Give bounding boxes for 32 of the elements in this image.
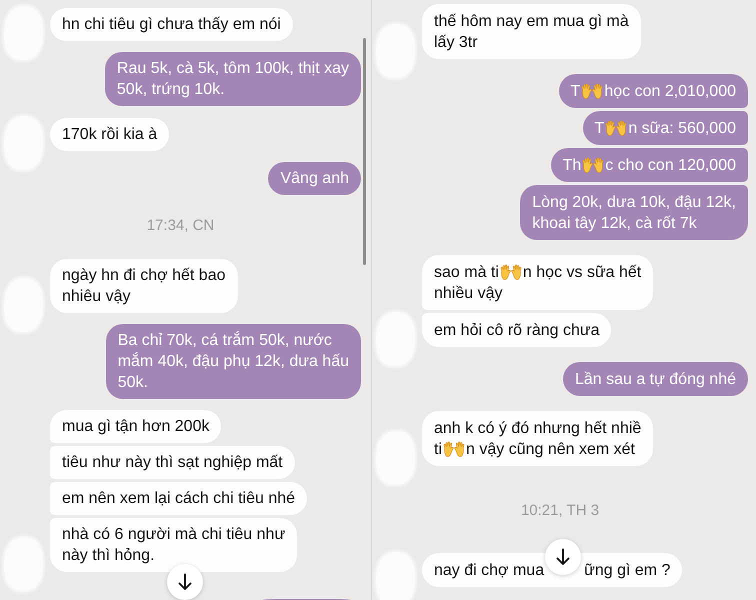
message-text: T học con 2,010,000 bbox=[570, 82, 736, 100]
arrow-down-icon bbox=[555, 548, 571, 566]
timestamp: 17:34, CN bbox=[146, 216, 214, 236]
message-text: em nên xem lại cách chi tiêu nhé bbox=[62, 490, 296, 507]
message-text: Ba chỉ 70k, cá trắm 50k, nước mắm 40k, đậu phụ 12k, dưa hấu 50k. bbox=[118, 332, 349, 391]
message-text: mua gì tận hơn 200k bbox=[62, 418, 210, 435]
message-text: ngày hn đi chợ hết bao nhiêu vậy bbox=[62, 267, 226, 305]
message-text: em hỏi cô rõ ràng chưa bbox=[434, 322, 600, 338]
message-text: Vâng anh bbox=[280, 170, 349, 187]
message-text: Rau 5k, cà 5k, tôm 100k, thịt xay 50k, trứng 10k. bbox=[116, 60, 349, 98]
message-text: thế hôm nay em mua gì mà lấy 3tr bbox=[434, 12, 629, 50]
raising-hands-emoji-icon bbox=[605, 120, 628, 136]
message-text: nay đi chợ mua bbox=[434, 562, 544, 578]
message-text: nhà có 6 người mà chi tiêu như này thì hỏng. bbox=[62, 526, 286, 564]
message-text: T n sữa: 560,000 bbox=[594, 120, 736, 136]
message-text: anh k có ý đó nhưng hết nhiề ti n vậy cũng nên xem xét bbox=[434, 420, 642, 458]
message-text: Lòng 20k, dưa 10k, đậu 12k, khoai tây 12k, cà rốt 7k bbox=[532, 194, 736, 232]
message-text: hn chi tiêu gì chưa thấy em nói bbox=[62, 16, 281, 33]
message-text: Lần sau a tự đóng nhé bbox=[574, 370, 736, 388]
arrow-down-icon bbox=[177, 573, 193, 591]
timestamp: 10:21, TH 3 bbox=[520, 501, 600, 521]
message-text: 170k rồi kia à bbox=[62, 126, 158, 143]
raising-hands-emoji-icon bbox=[582, 156, 604, 172]
raising-hands-emoji-icon bbox=[581, 82, 604, 98]
message-text: tiêu như này thì sạt nghiệp mất bbox=[62, 454, 283, 471]
scroll-down-button[interactable] bbox=[545, 539, 581, 575]
message-text: Th c cho con 120,000 bbox=[562, 156, 736, 174]
raising-hands-emoji-icon bbox=[500, 264, 522, 280]
raising-hands-emoji-icon bbox=[443, 440, 465, 456]
message-text: sao mà ti n học vs sữa hết nhiều vậy bbox=[434, 264, 642, 302]
message-text: ững gì em ? bbox=[584, 562, 670, 578]
scroll-down-button[interactable] bbox=[167, 564, 203, 600]
